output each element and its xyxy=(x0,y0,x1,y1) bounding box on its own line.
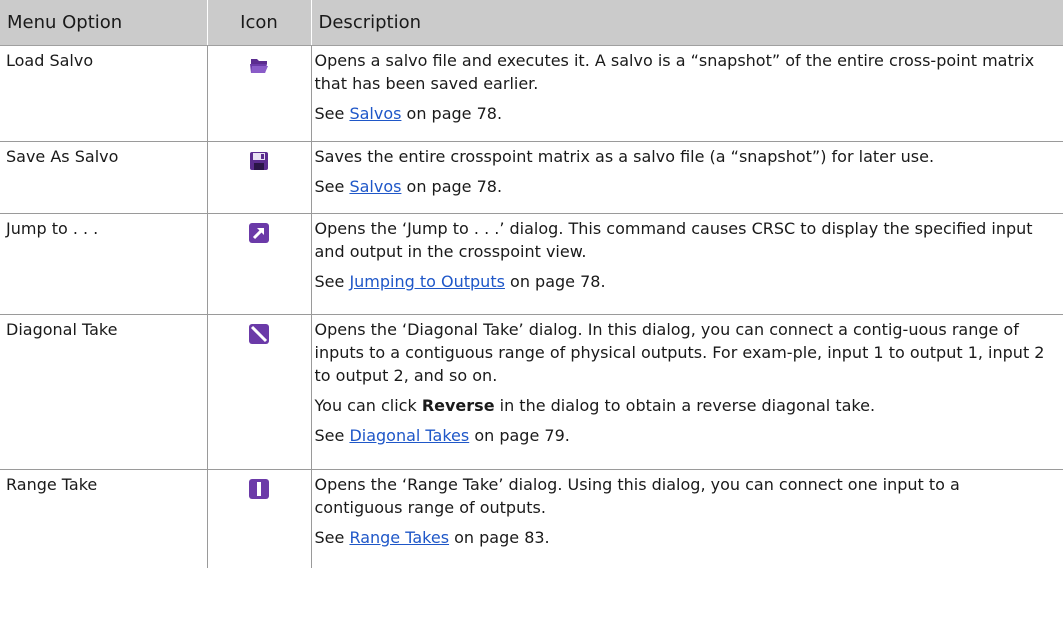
description-text: Opens the ‘Jump to . . .’ dialog. This c… xyxy=(314,219,1033,261)
header-menu-option: Menu Option xyxy=(0,0,207,46)
range-takes-link[interactable]: Range Takes xyxy=(349,528,449,547)
floppy-disk-icon xyxy=(250,152,268,170)
menu-option-name: Load Salvo xyxy=(0,45,207,142)
header-description: Description xyxy=(310,0,1063,46)
description-text: Opens the ‘Diagonal Take’ dialog. In thi… xyxy=(314,320,1045,385)
see-reference: See Salvos on page 78. xyxy=(314,104,503,123)
table-row: Save As Salvo Saves the entire crosspoin… xyxy=(0,141,1063,214)
reverse-note: You can click Reverse in the dialog to o… xyxy=(314,396,876,415)
table-header-row: Menu Option Icon Description xyxy=(0,0,1063,46)
menu-option-name: Diagonal Take xyxy=(0,314,207,470)
table-row: Diagonal Take Opens the ‘Diagonal Take’ … xyxy=(0,314,1063,470)
menu-option-name: Range Take xyxy=(6,475,98,494)
jump-arrow-icon xyxy=(249,223,269,243)
jumping-to-outputs-link[interactable]: Jumping to Outputs xyxy=(349,272,505,291)
header-icon: Icon xyxy=(206,0,311,46)
description-text: Saves the entire crosspoint matrix as a … xyxy=(314,147,935,166)
menu-option-name: Save As Salvo xyxy=(0,141,207,214)
range-take-icon xyxy=(249,479,269,499)
table-row: Load Salvo Opens a salvo file and execut… xyxy=(0,45,1063,142)
description-text: Opens a salvo file and executes it. A sa… xyxy=(314,51,1035,93)
table-row: Jump to . . . Opens the ‘Jump to . . .’ … xyxy=(0,213,1063,315)
description-text: Opens the ‘Range Take’ dialog. Using thi… xyxy=(314,475,960,517)
diagonal-takes-link[interactable]: Diagonal Takes xyxy=(349,426,469,445)
open-folder-icon xyxy=(250,59,268,73)
salvos-link[interactable]: Salvos xyxy=(349,104,401,123)
salvos-link[interactable]: Salvos xyxy=(349,177,401,196)
see-reference: See Jumping to Outputs on page 78. xyxy=(314,272,606,291)
menu-option-name: Jump to . . . xyxy=(0,213,207,315)
menu-options-table: Menu Option Icon Description Load Salvo … xyxy=(0,0,1063,568)
table-row: Range Take Opens the ‘Range Take’ dialog… xyxy=(0,469,1063,568)
diagonal-take-icon xyxy=(249,324,269,344)
see-reference: See Range Takes on page 83. xyxy=(314,528,550,547)
see-reference: See Salvos on page 78. xyxy=(314,177,503,196)
see-reference: See Diagonal Takes on page 79. xyxy=(314,426,570,445)
